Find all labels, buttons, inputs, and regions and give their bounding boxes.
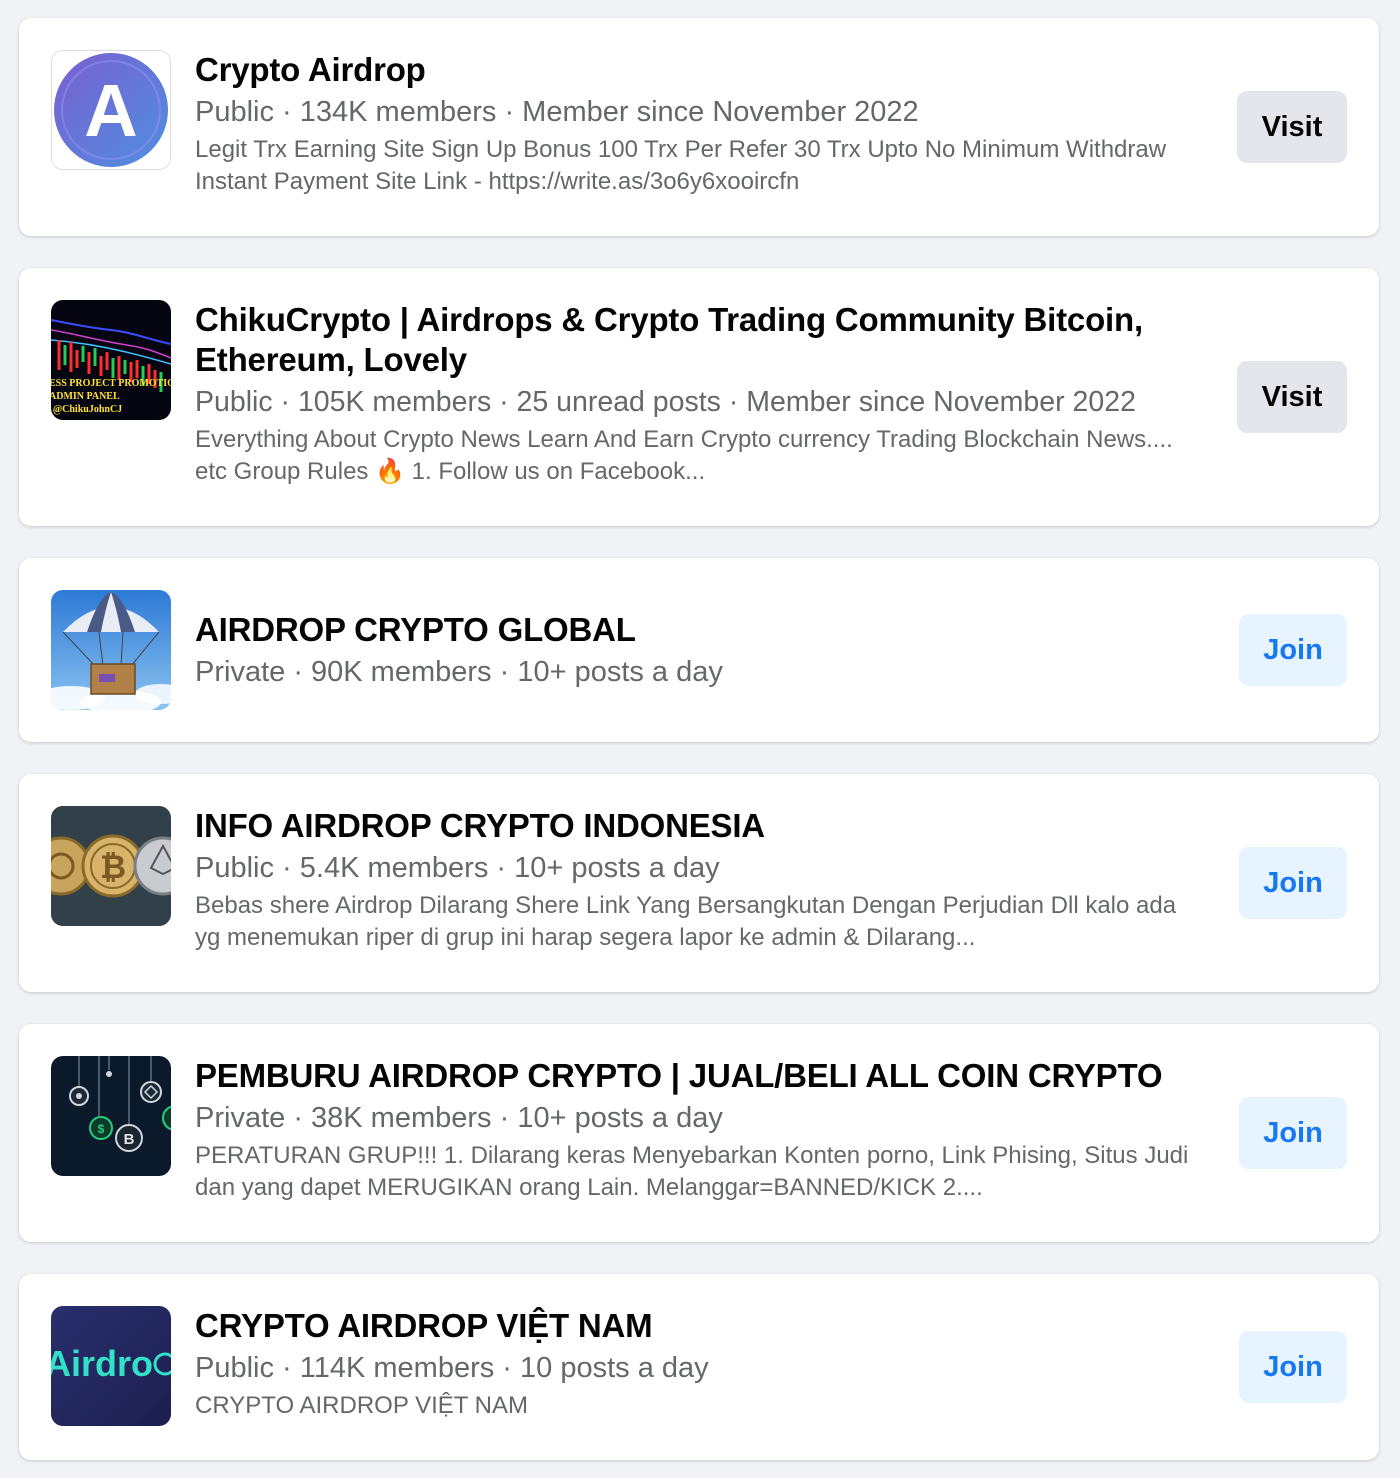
group-card[interactable]: Airdro CRYPTO AIRDROP VIỆT NAM Public · … (19, 1274, 1379, 1460)
trading-chart-image[interactable]: ESS PROJECT PROMOTIO ADMIN PANEL - @Chik… (51, 300, 171, 420)
group-name[interactable]: PEMBURU AIRDROP CRYPTO | JUAL/BELI ALL C… (195, 1056, 1205, 1096)
group-meta: Public · 105K members · 25 unread posts … (195, 386, 1136, 418)
group-meta: Public · 5.4K members · 10+ posts a day (195, 852, 720, 884)
group-results-list: A Crypto Airdrop Public · 134K members ·… (0, 0, 1400, 1478)
join-button[interactable]: Join (1239, 614, 1347, 686)
join-button[interactable]: Join (1239, 847, 1347, 919)
hanging-coins-image[interactable]: $ B (51, 1056, 171, 1176)
group-description: PERATURAN GRUP!!! 1. Dilarang keras Meny… (195, 1142, 1189, 1201)
group-card[interactable]: ₿ INFO AIRDROP CRYPTO INDONESIA Public ·… (19, 774, 1379, 992)
promo-line-2: ADMIN PANEL (51, 391, 120, 402)
group-name[interactable]: ChikuCrypto | Airdrops & Crypto Trading … (195, 300, 1205, 380)
letter-a-logo[interactable]: A (51, 50, 171, 170)
group-meta: Private · 38K members · 10+ posts a day (195, 1102, 723, 1134)
group-description: Everything About Crypto News Learn And E… (195, 426, 1173, 485)
promo-line-3: - @ChikuJohnCJ (51, 404, 122, 415)
promo-line-1: ESS PROJECT PROMOTIO (51, 378, 171, 389)
join-button[interactable]: Join (1239, 1331, 1347, 1403)
airdrop-wordmark-image[interactable]: Airdro (51, 1306, 171, 1426)
group-card[interactable]: A Crypto Airdrop Public · 134K members ·… (19, 18, 1379, 236)
svg-text:B: B (124, 1131, 135, 1148)
group-card[interactable]: AIRDROP CRYPTO GLOBAL Private · 90K memb… (19, 558, 1379, 742)
group-name[interactable]: Crypto Airdrop (195, 50, 1205, 90)
svg-text:₿: ₿ (100, 849, 126, 885)
visit-button[interactable]: Visit (1237, 91, 1347, 163)
logo-letter: A (84, 69, 137, 152)
group-card[interactable]: $ B PEMBURU AIRDROP CRYPTO | JUAL/BELI A… (19, 1024, 1379, 1242)
group-meta: Private · 90K members · 10+ posts a day (195, 656, 723, 688)
svg-text:$: $ (98, 1122, 105, 1136)
crypto-coins-image[interactable]: ₿ (51, 806, 171, 926)
group-meta: Public · 134K members · Member since Nov… (195, 96, 919, 128)
group-description: CRYPTO AIRDROP VIỆT NAM (195, 1392, 528, 1419)
group-meta: Public · 114K members · 10 posts a day (195, 1352, 709, 1384)
group-description: Bebas shere Airdrop Dilarang Shere Link … (195, 892, 1177, 951)
group-name[interactable]: INFO AIRDROP CRYPTO INDONESIA (195, 806, 1205, 846)
group-card[interactable]: ESS PROJECT PROMOTIO ADMIN PANEL - @Chik… (19, 268, 1379, 526)
group-description: Legit Trx Earning Site Sign Up Bonus 100… (195, 136, 1167, 195)
join-button[interactable]: Join (1239, 1097, 1347, 1169)
visit-button[interactable]: Visit (1237, 361, 1347, 433)
group-name[interactable]: AIRDROP CRYPTO GLOBAL (195, 610, 1205, 650)
group-name[interactable]: CRYPTO AIRDROP VIỆT NAM (195, 1306, 1205, 1346)
parachute-box-image[interactable] (51, 590, 171, 710)
airdrop-wordmark: Airdro (51, 1343, 153, 1384)
